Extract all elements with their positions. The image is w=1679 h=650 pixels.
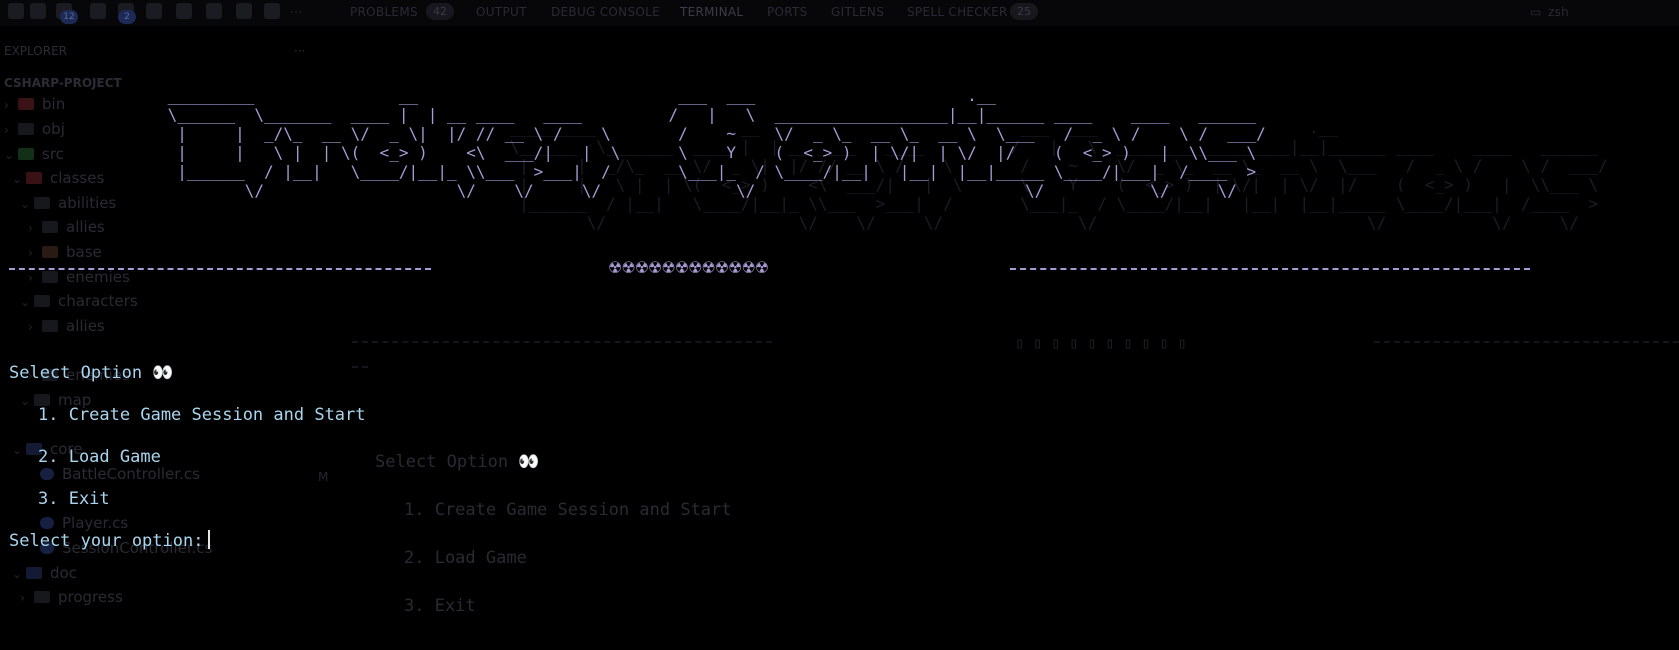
text-cursor <box>208 530 211 549</box>
terminal-output[interactable]: _________ __ ___ ___ .__ \______ \______… <box>0 0 1679 650</box>
option-load-game: 2. Load Game <box>38 447 161 467</box>
divider-left <box>9 268 431 270</box>
divider-right <box>1010 268 1530 270</box>
prompt-label: Select your option: <box>9 531 204 551</box>
ascii-banner: _________ __ ___ ___ .__ \______ \______… <box>167 86 1266 200</box>
input-prompt[interactable]: Select your option: <box>9 530 211 552</box>
option-exit: 3. Exit <box>38 489 110 509</box>
select-option-heading: Select Option 👀 <box>9 363 174 383</box>
radiation-icons: ☢☢☢☢☢☢☢☢☢☢☢☢ <box>608 258 769 277</box>
option-create-game: 1. Create Game Session and Start <box>38 405 366 425</box>
